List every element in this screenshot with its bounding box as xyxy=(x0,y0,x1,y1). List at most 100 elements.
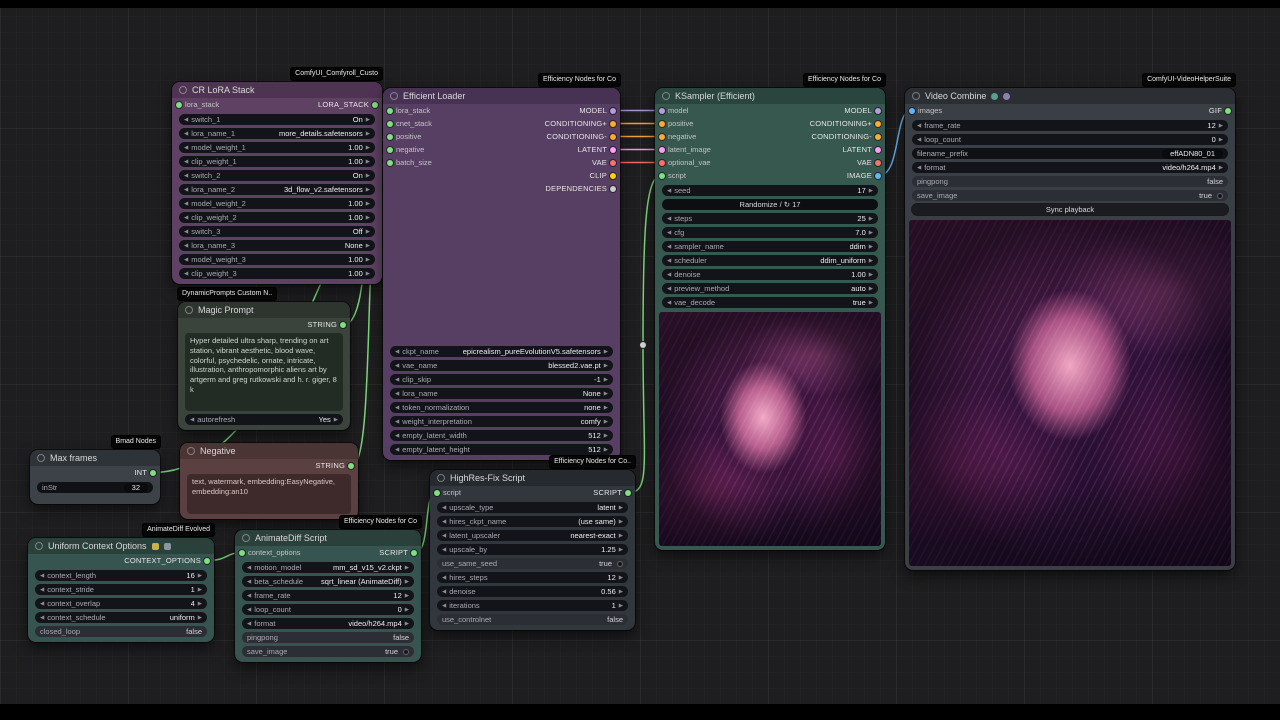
node-header[interactable]: CR LoRA Stack xyxy=(172,82,382,98)
widget-seed[interactable]: ◀seed17▶ xyxy=(662,185,878,196)
increment-icon[interactable]: ▶ xyxy=(619,505,623,511)
node-header[interactable]: Magic Prompt xyxy=(178,302,350,318)
decrement-icon[interactable]: ◀ xyxy=(395,447,399,453)
widget-format[interactable]: ◀formatvideo/h264.mp4▶ xyxy=(912,162,1228,173)
node-highres-fix-script[interactable]: Efficiency Nodes for Co.. HighRes-Fix Sc… xyxy=(430,470,635,630)
input-port-batch-size[interactable]: batch_size xyxy=(387,158,432,167)
output-port-latent[interactable]: LATENT xyxy=(578,145,616,154)
decrement-icon[interactable]: ◀ xyxy=(247,607,251,613)
increment-icon[interactable]: ▶ xyxy=(366,173,370,179)
increment-icon[interactable]: ▶ xyxy=(869,244,873,250)
decrement-icon[interactable]: ◀ xyxy=(184,229,188,235)
input-port-optional-vae[interactable]: optional_vae xyxy=(659,158,711,167)
graph-canvas[interactable]: ComfyUI_Comfyroll_Custo CR LoRA Stack lo… xyxy=(0,0,1280,720)
decrement-icon[interactable]: ◀ xyxy=(190,417,194,423)
widget-switch-2[interactable]: ◀switch_2On▶ xyxy=(179,170,375,181)
input-port-context-options[interactable]: context_options xyxy=(239,548,301,557)
widget-weight-interpretation[interactable]: ◀weight_interpretationcomfy▶ xyxy=(390,416,613,427)
input-port-positive[interactable]: positive xyxy=(659,119,693,128)
increment-icon[interactable]: ▶ xyxy=(619,533,623,539)
widget-lora-name-2[interactable]: ◀lora_name_23d_flow_v2.safetensors▶ xyxy=(179,184,375,195)
port-dot-icon[interactable] xyxy=(411,550,417,556)
collapse-icon[interactable] xyxy=(437,474,445,482)
increment-icon[interactable]: ▶ xyxy=(366,117,370,123)
output-port-model[interactable]: MODEL xyxy=(844,106,881,115)
increment-icon[interactable]: ▶ xyxy=(604,349,608,355)
increment-icon[interactable]: ▶ xyxy=(366,271,370,277)
port-dot-icon[interactable] xyxy=(204,558,210,564)
increment-icon[interactable]: ▶ xyxy=(366,243,370,249)
node-header[interactable]: HighRes-Fix Script xyxy=(430,470,635,486)
decrement-icon[interactable]: ◀ xyxy=(442,589,446,595)
output-port-latent[interactable]: LATENT xyxy=(843,145,881,154)
widget-lora-name-1[interactable]: ◀lora_name_1more_details.safetensors▶ xyxy=(179,128,375,139)
widget-context-overlap[interactable]: ◀context_overlap4▶ xyxy=(35,598,207,609)
output-port-script[interactable]: SCRIPT xyxy=(379,548,417,557)
collapse-icon[interactable] xyxy=(390,92,398,100)
decrement-icon[interactable]: ◀ xyxy=(395,391,399,397)
increment-icon[interactable]: ▶ xyxy=(619,589,623,595)
widget-empty-latent-width[interactable]: ◀empty_latent_width512▶ xyxy=(390,430,613,441)
increment-icon[interactable]: ▶ xyxy=(604,405,608,411)
decrement-icon[interactable]: ◀ xyxy=(395,419,399,425)
output-port-clip[interactable]: CLIP xyxy=(590,171,616,180)
widget-empty-latent-height[interactable]: ◀empty_latent_height512▶ xyxy=(390,444,613,455)
port-dot-icon[interactable] xyxy=(348,463,354,469)
increment-icon[interactable]: ▶ xyxy=(366,187,370,193)
port-dot-icon[interactable] xyxy=(875,160,881,166)
widget-denoise[interactable]: ◀denoise0.56▶ xyxy=(437,586,628,597)
increment-icon[interactable]: ▶ xyxy=(198,573,202,579)
port-dot-icon[interactable] xyxy=(387,108,393,114)
decrement-icon[interactable]: ◀ xyxy=(917,137,921,143)
node-efficient-loader[interactable]: Efficiency Nodes for Co Efficient Loader… xyxy=(383,88,620,460)
widget-context-length[interactable]: ◀context_length16▶ xyxy=(35,570,207,581)
widget-frame-rate[interactable]: ◀frame_rate12▶ xyxy=(242,590,414,601)
port-dot-icon[interactable] xyxy=(909,108,915,114)
toggle-dot-icon[interactable] xyxy=(1217,193,1223,199)
input-port-script[interactable]: script xyxy=(659,171,686,180)
widget-clip-weight-3[interactable]: ◀clip_weight_31.00▶ xyxy=(179,268,375,279)
output-port-string[interactable]: STRING xyxy=(315,461,354,470)
decrement-icon[interactable]: ◀ xyxy=(917,123,921,129)
collapse-icon[interactable] xyxy=(179,86,187,94)
collapse-icon[interactable] xyxy=(912,92,920,100)
decrement-icon[interactable]: ◀ xyxy=(40,587,44,593)
widget-frame-rate[interactable]: ◀frame_rate12▶ xyxy=(912,120,1228,131)
increment-icon[interactable]: ▶ xyxy=(604,377,608,383)
input-port-lora-stack[interactable]: lora_stack xyxy=(387,106,430,115)
increment-icon[interactable]: ▶ xyxy=(869,300,873,306)
output-port-lora-stack[interactable]: LORA_STACK xyxy=(318,100,378,109)
port-dot-icon[interactable] xyxy=(387,134,393,140)
port-dot-icon[interactable] xyxy=(610,173,616,179)
widget-clip-weight-1[interactable]: ◀clip_weight_11.00▶ xyxy=(179,156,375,167)
port-dot-icon[interactable] xyxy=(875,134,881,140)
widget-save-image[interactable]: save_imagetrue xyxy=(242,646,414,657)
input-port-cnet-stack[interactable]: cnet_stack xyxy=(387,119,432,128)
increment-icon[interactable]: ▶ xyxy=(869,216,873,222)
negative-textarea[interactable]: text, watermark, embedding:EasyNegative,… xyxy=(187,474,351,514)
output-port-conditioning[interactable]: CONDITIONING+ xyxy=(810,119,881,128)
increment-icon[interactable]: ▶ xyxy=(619,519,623,525)
decrement-icon[interactable]: ◀ xyxy=(184,159,188,165)
port-dot-icon[interactable] xyxy=(340,322,346,328)
widget-ckpt-name[interactable]: ◀ckpt_nameepicrealism_pureEvolutionV5.sa… xyxy=(390,346,613,357)
input-port-negative[interactable]: negative xyxy=(387,145,424,154)
node-header[interactable]: Negative xyxy=(180,443,358,459)
widget-randomize-17[interactable]: Randomize / ↻ 17 xyxy=(662,199,878,210)
widget-latent-upscaler[interactable]: ◀latent_upscalernearest-exact▶ xyxy=(437,530,628,541)
port-dot-icon[interactable] xyxy=(387,121,393,127)
decrement-icon[interactable]: ◀ xyxy=(40,601,44,607)
increment-icon[interactable]: ▶ xyxy=(366,201,370,207)
increment-icon[interactable]: ▶ xyxy=(604,447,608,453)
widget-value[interactable]: 32 xyxy=(124,483,148,493)
input-port-script[interactable]: script xyxy=(434,488,461,497)
port-dot-icon[interactable] xyxy=(875,121,881,127)
port-dot-icon[interactable] xyxy=(372,102,378,108)
widget-autorefresh[interactable]: ◀autorefreshYes▶ xyxy=(185,414,343,425)
increment-icon[interactable]: ▶ xyxy=(604,419,608,425)
increment-icon[interactable]: ▶ xyxy=(366,215,370,221)
increment-icon[interactable]: ▶ xyxy=(405,607,409,613)
increment-icon[interactable]: ▶ xyxy=(604,391,608,397)
decrement-icon[interactable]: ◀ xyxy=(247,621,251,627)
increment-icon[interactable]: ▶ xyxy=(405,565,409,571)
